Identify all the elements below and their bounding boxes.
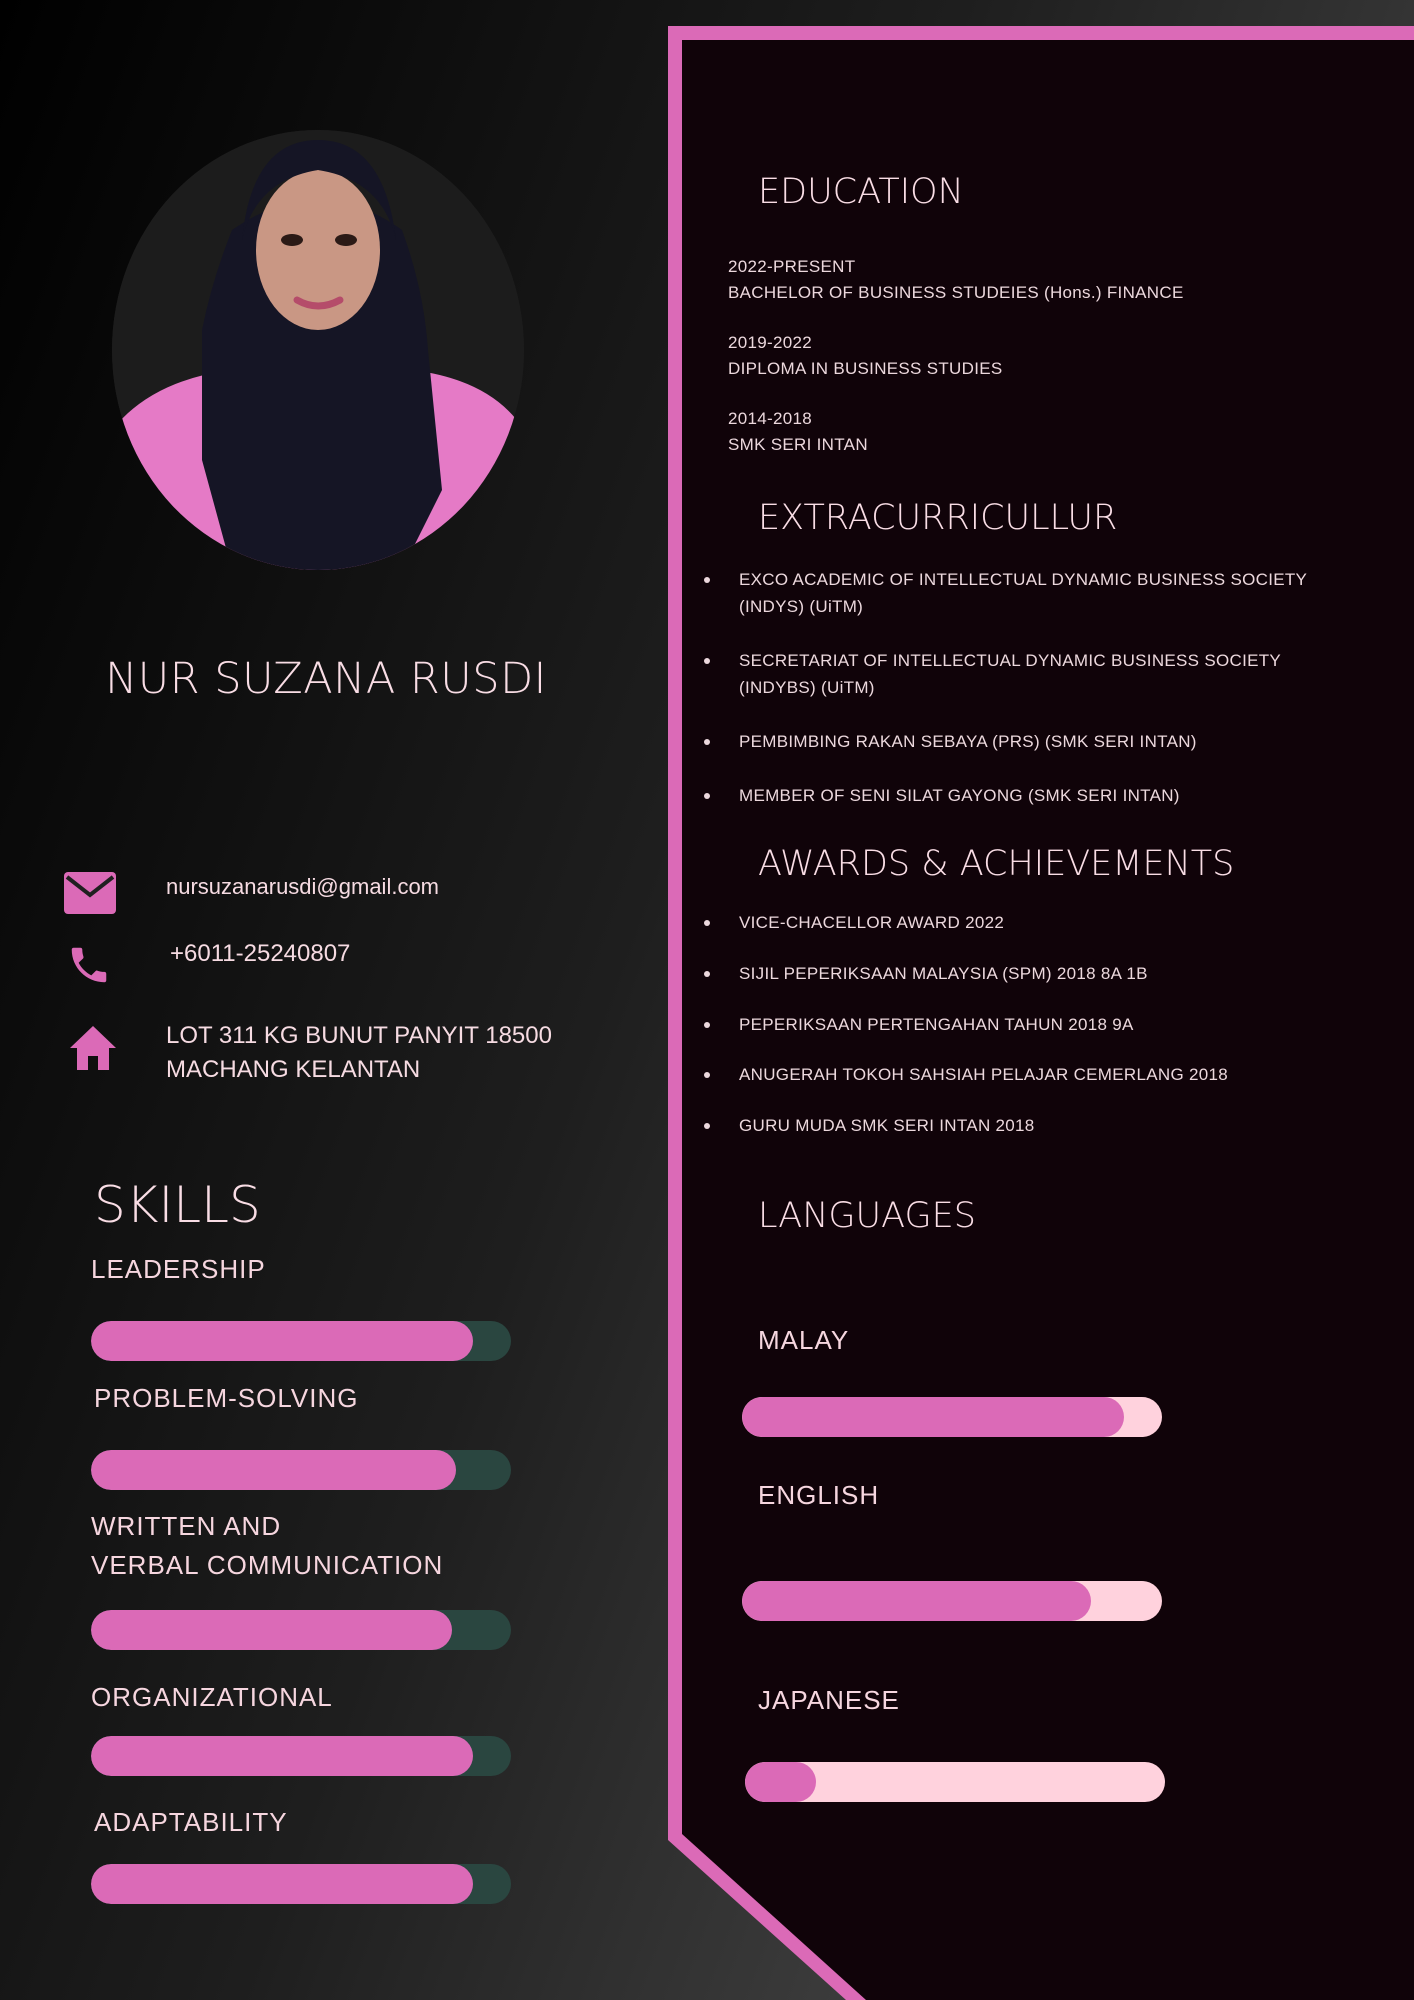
education-years: 2014-2018 [728, 409, 812, 428]
language-bar-fill [742, 1581, 1091, 1621]
address-line-2: MACHANG KELANTAN [166, 1056, 421, 1083]
envelope-icon [64, 872, 116, 914]
list-item-text: MEMBER OF SENI SILAT GAYONG (SMK SERI IN… [739, 786, 1180, 805]
skill-label: WRITTEN AND [91, 1511, 282, 1541]
list-item: SECRETARIAT OF INTELLECTUAL DYNAMIC BUSI… [704, 647, 1352, 701]
skill-label: PROBLEM-SOLVING [94, 1383, 359, 1413]
address-line-1: LOT 311 KG BUNUT PANYIT 18500 [166, 1022, 552, 1049]
skill-bar-fill [91, 1736, 474, 1776]
list-item-text: (INDYBS) (UiTM) [739, 678, 875, 697]
list-item: GURU MUDA SMK SERI INTAN 2018 [704, 1112, 1352, 1139]
list-item-text: GURU MUDA SMK SERI INTAN 2018 [739, 1116, 1035, 1135]
education-years: 2019-2022 [728, 333, 812, 352]
profile-photo [112, 130, 524, 570]
list-item: PEPERIKSAAN PERTENGAHAN TAHUN 2018 9A [704, 1011, 1352, 1038]
home-icon [70, 1026, 116, 1070]
list-item: PEMBIMBING RAKAN SEBAYA (PRS) (SMK SERI … [704, 728, 1352, 755]
list-item: ANUGERAH TOKOH SAHSIAH PELAJAR CEMERLANG… [704, 1061, 1352, 1088]
skill-bar-fill [91, 1864, 474, 1904]
language-bar-fill [745, 1762, 817, 1802]
language-label: MALAY [758, 1325, 850, 1355]
list-item: VICE-CHACELLOR AWARD 2022 [704, 909, 1352, 936]
avatar [112, 130, 524, 570]
phone-text: +6011-25240807 [170, 940, 351, 967]
list-item-text: VICE-CHACELLOR AWARD 2022 [739, 913, 1005, 932]
education-program: SMK SERI INTAN [728, 435, 868, 454]
skill-label: ADAPTABILITY [94, 1807, 288, 1837]
skill-label: VERBAL COMMUNICATION [91, 1550, 444, 1580]
skill-bar-fill [91, 1450, 457, 1490]
list-item: MEMBER OF SENI SILAT GAYONG (SMK SERI IN… [704, 782, 1352, 809]
awards-title: AWARDS & ACHIEVEMENTS [758, 844, 1235, 884]
list-item: SIJIL PEPERIKSAAN MALAYSIA (SPM) 2018 8A… [704, 960, 1352, 987]
list-item-text: PEPERIKSAAN PERTENGAHAN TAHUN 2018 9A [739, 1015, 1134, 1034]
list-item-text: SIJIL PEPERIKSAAN MALAYSIA (SPM) 2018 8A… [739, 964, 1148, 983]
list-item-text: ANUGERAH TOKOH SAHSIAH PELAJAR CEMERLANG… [739, 1065, 1229, 1084]
language-bar-malay [742, 1397, 1162, 1437]
skill-label: ORGANIZATIONAL [91, 1682, 333, 1712]
resume-page: NUR SUZANA RUSDI nursuzanarusdi@gmail.co… [0, 0, 1414, 2000]
education-years: 2022-PRESENT [728, 257, 856, 276]
languages-title: LANGUAGES [758, 1196, 976, 1236]
education-program: DIPLOMA IN BUSINESS STUDIES [728, 359, 1003, 378]
extracurricular-title: EXTRACURRICULLUR [758, 498, 1118, 538]
education-title: EDUCATION [758, 172, 964, 212]
skill-bar-leadership [91, 1321, 511, 1361]
skill-bar-fill [91, 1610, 453, 1650]
list-item: EXCO ACADEMIC OF INTELLECTUAL DYNAMIC BU… [704, 566, 1352, 620]
skills-title: SKILLS [94, 1176, 261, 1234]
candidate-name: NUR SUZANA RUSDI [105, 654, 547, 704]
phone-icon [71, 947, 107, 983]
list-item-text: SECRETARIAT OF INTELLECTUAL DYNAMIC BUSI… [739, 651, 1282, 670]
list-item-text: (INDYS) (UiTM) [739, 597, 864, 616]
skill-bar-fill [91, 1321, 474, 1361]
email-text: nursuzanarusdi@gmail.com [166, 874, 440, 899]
language-bar-fill [742, 1397, 1125, 1437]
list-item-text: PEMBIMBING RAKAN SEBAYA (PRS) (SMK SERI … [739, 732, 1197, 751]
skill-bar-communication [91, 1610, 511, 1650]
language-bar-japanese [745, 1762, 1165, 1802]
skill-bar-organizational [91, 1736, 511, 1776]
skill-label: LEADERSHIP [91, 1254, 266, 1284]
language-label: ENGLISH [758, 1480, 880, 1510]
list-item-text: EXCO ACADEMIC OF INTELLECTUAL DYNAMIC BU… [739, 570, 1308, 589]
education-program: BACHELOR OF BUSINESS STUDEIES (Hons.) FI… [728, 283, 1184, 302]
language-bar-english [742, 1581, 1162, 1621]
skill-bar-adaptability [91, 1864, 511, 1904]
skill-bar-problem-solving [91, 1450, 511, 1490]
language-label: JAPANESE [758, 1685, 900, 1715]
